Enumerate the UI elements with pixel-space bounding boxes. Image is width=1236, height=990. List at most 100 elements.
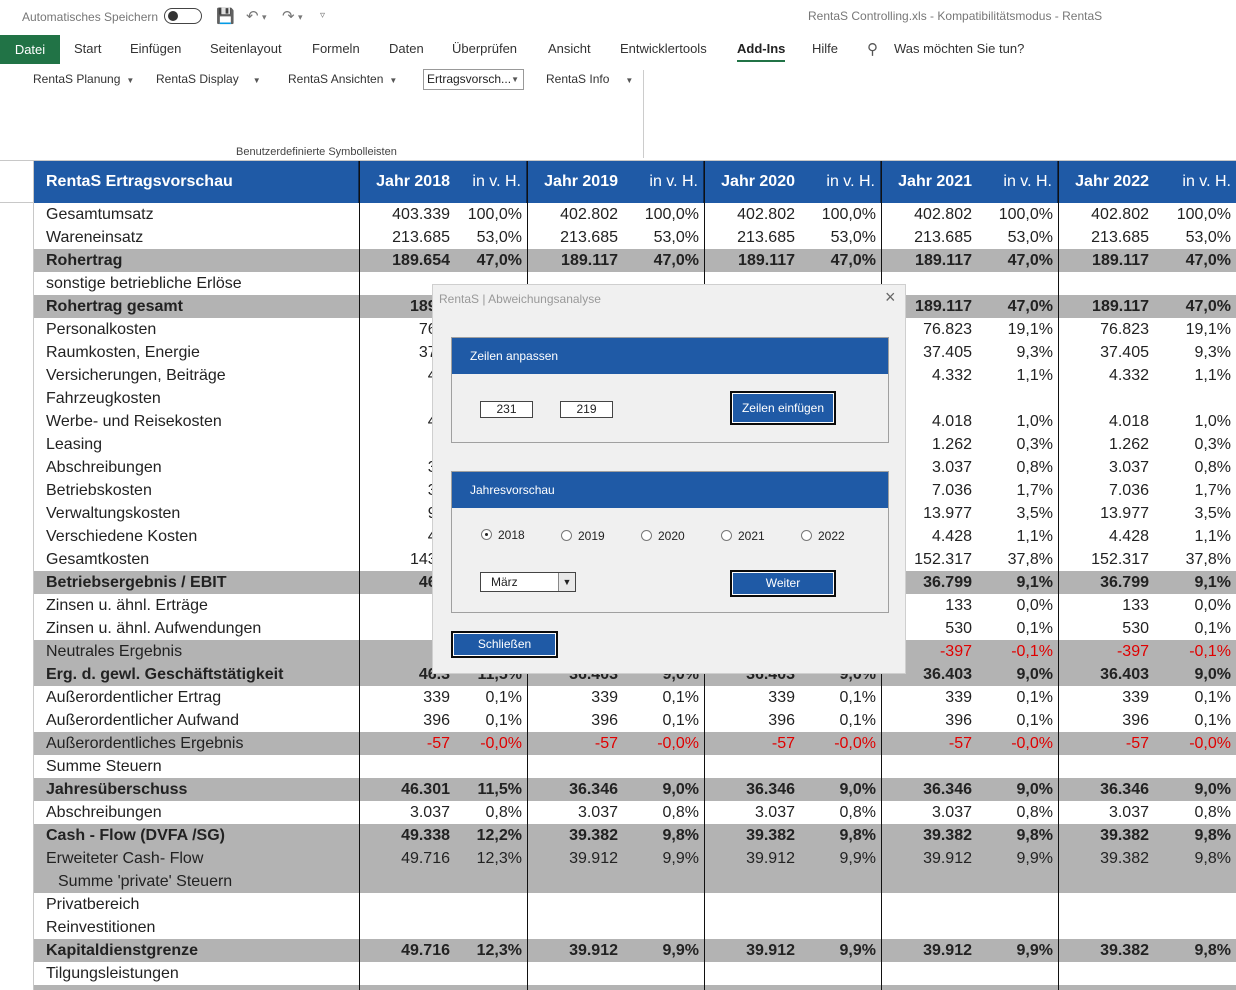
rentas-ansichten-button[interactable]: RentaS Ansichten ▼ [288,72,397,86]
value-cell[interactable]: 339 [527,686,623,709]
value-cell[interactable]: 4.428 [1058,525,1154,548]
tab-start[interactable]: Start [74,41,101,56]
tab-ansicht[interactable]: Ansicht [548,41,591,56]
percent-cell[interactable]: 19,1% [1154,318,1236,341]
row-label[interactable]: Privatbereich [34,893,359,916]
percent-cell[interactable] [1154,755,1236,778]
percent-cell[interactable] [623,870,704,893]
value-cell[interactable]: 396 [359,709,455,732]
value-cell[interactable]: 39.382 [1058,939,1154,962]
percent-cell[interactable]: 0,8% [1154,456,1236,479]
redo-icon[interactable]: ↷ [282,7,295,25]
percent-cell[interactable]: 1,1% [977,364,1058,387]
value-cell[interactable]: 402.802 [881,203,977,226]
percent-cell[interactable] [1154,870,1236,893]
percent-cell[interactable]: 3,5% [977,502,1058,525]
tell-me-search[interactable]: Was möchten Sie tun? [894,41,1024,56]
value-cell[interactable]: 39.382 [1058,847,1154,870]
value-cell[interactable] [527,870,623,893]
percent-cell[interactable]: 9,0% [1154,778,1236,801]
row-label[interactable]: Rohertrag [34,249,359,272]
row-label[interactable]: Außerordentlicher Ertrag [34,686,359,709]
value-cell[interactable]: 4.018 [1058,410,1154,433]
value-cell[interactable] [1058,985,1154,990]
percent-cell[interactable]: 100,0% [977,203,1058,226]
percent-cell[interactable]: 0,8% [977,801,1058,824]
tab-hilfe[interactable]: Hilfe [812,41,838,56]
value-cell[interactable] [704,755,800,778]
value-cell[interactable]: 403.339 [359,203,455,226]
percent-cell[interactable]: 0,0% [1154,594,1236,617]
percent-cell[interactable] [1154,916,1236,939]
percent-cell[interactable]: 1,0% [1154,410,1236,433]
value-cell[interactable]: 7.036 [1058,479,1154,502]
value-cell[interactable]: 36.799 [1058,571,1154,594]
percent-cell[interactable] [1154,985,1236,990]
percent-cell[interactable]: 0,3% [1154,433,1236,456]
month-select[interactable]: März ▼ [480,572,576,592]
value-cell[interactable]: 339 [881,686,977,709]
percent-cell[interactable]: 9,9% [800,847,881,870]
row-label[interactable]: Jahresüberschuss [34,778,359,801]
percent-cell[interactable]: 47,0% [455,249,527,272]
value-cell[interactable]: -57 [704,732,800,755]
row-label[interactable]: Kapitaldienstgrenze [34,939,359,962]
percent-cell[interactable] [623,916,704,939]
value-cell[interactable]: 339 [359,686,455,709]
percent-cell[interactable]: 9,9% [623,847,704,870]
percent-cell[interactable]: 37,8% [977,548,1058,571]
row-label[interactable]: Abschreibungen [34,456,359,479]
row-start-field[interactable]: 231 [480,401,533,418]
percent-cell[interactable] [977,387,1058,410]
percent-cell[interactable]: 0,1% [455,709,527,732]
value-cell[interactable]: 396 [881,709,977,732]
value-cell[interactable]: 49.338 [359,824,455,847]
radio-year-2022[interactable]: 2022 [801,529,845,543]
zeilen-einfuegen-button[interactable]: Zeilen einfügen [730,391,836,425]
percent-cell[interactable]: 0,1% [800,686,881,709]
percent-cell[interactable]: 53,0% [455,226,527,249]
percent-cell[interactable] [623,985,704,990]
percent-cell[interactable]: -0,0% [1154,732,1236,755]
percent-cell[interactable]: 9,8% [800,824,881,847]
value-cell[interactable] [881,893,977,916]
customize-toolbar-icon[interactable]: ▿ [320,10,325,21]
value-cell[interactable]: 39.912 [704,939,800,962]
row-label[interactable]: Wareneinsatz [34,226,359,249]
value-cell[interactable]: 396 [704,709,800,732]
value-cell[interactable]: 39.382 [881,824,977,847]
value-cell[interactable] [881,870,977,893]
row-label[interactable]: Gesamtkosten [34,548,359,571]
row-label[interactable]: Tilgungsleistungen [34,962,359,985]
select-all-corner[interactable] [0,161,34,203]
value-cell[interactable]: 402.802 [704,203,800,226]
value-cell[interactable]: 402.802 [527,203,623,226]
percent-cell[interactable]: 1,1% [1154,525,1236,548]
row-label[interactable]: Versicherungen, Beiträge [34,364,359,387]
percent-cell[interactable]: -0,1% [1154,640,1236,663]
percent-cell[interactable]: 53,0% [623,226,704,249]
row-label[interactable]: Außerordentlicher Aufwand [34,709,359,732]
row-label[interactable]: Summe Steuern [34,755,359,778]
percent-cell[interactable] [455,893,527,916]
percent-cell[interactable]: 0,1% [977,617,1058,640]
tab-einfuegen[interactable]: Einfügen [130,41,181,56]
value-cell[interactable]: 133 [1058,594,1154,617]
value-cell[interactable] [527,916,623,939]
percent-cell[interactable] [455,985,527,990]
percent-cell[interactable] [800,870,881,893]
percent-cell[interactable] [455,916,527,939]
value-cell[interactable]: 3.037 [527,801,623,824]
percent-cell[interactable] [800,755,881,778]
percent-cell[interactable] [977,893,1058,916]
value-cell[interactable]: -397 [1058,640,1154,663]
value-cell[interactable]: 4.332 [1058,364,1154,387]
rentas-display-button[interactable]: RentaS Display ▼ [156,72,261,86]
row-label[interactable]: Betriebskosten [34,479,359,502]
percent-cell[interactable]: 11,5% [455,778,527,801]
row-label[interactable]: Verwaltungskosten [34,502,359,525]
percent-cell[interactable]: 9,8% [623,824,704,847]
value-cell[interactable] [359,870,455,893]
percent-cell[interactable]: 1,0% [977,410,1058,433]
percent-cell[interactable]: 0,8% [977,456,1058,479]
